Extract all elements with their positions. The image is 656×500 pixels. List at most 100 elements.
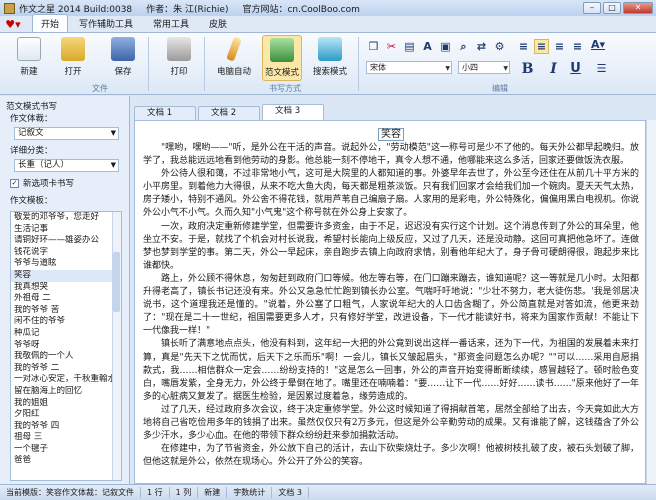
list-item[interactable]: 我的爷爷 二 (11, 363, 121, 375)
app-title: 作文之星 2014 Build:0038 (19, 4, 133, 15)
save-label: 保存 (114, 67, 132, 77)
open-button[interactable]: 打开 (56, 35, 90, 81)
font-size-select[interactable]: 小四 ▼ (458, 61, 510, 74)
list-item[interactable]: 祖母 三 (11, 432, 121, 444)
pen-icon (226, 36, 242, 62)
save-button[interactable]: 保存 (106, 35, 140, 81)
font-name-select[interactable]: 宋体 ▼ (366, 61, 452, 74)
settings-icon[interactable]: ⚙ (492, 39, 507, 54)
list-item[interactable]: 我的姐姐 (11, 398, 121, 410)
underline-icon[interactable]: U (568, 61, 583, 76)
list-item[interactable]: 留在脑海上的回忆 (11, 386, 121, 398)
list-item[interactable]: 我的爷爷 四 (11, 421, 121, 433)
font-color-icon[interactable]: A▾ (588, 37, 608, 52)
document-editor[interactable]: 笑容 "嘿哟，嘿哟——"听，是外公在干活的声音。说起外公，"劳动模范"这一称号可… (134, 120, 646, 484)
status-row: 1 行 (141, 487, 170, 498)
list-item[interactable]: 爷爷与道眩 (11, 258, 121, 270)
font-name-value: 宋体 (370, 63, 386, 72)
tab-common-tools[interactable]: 常用工具 (144, 14, 198, 32)
bold-icon[interactable]: B (520, 61, 535, 77)
format-icon[interactable]: ☰ (594, 61, 609, 76)
list-item[interactable]: 种瓜记 (11, 328, 121, 340)
essay-type-value: 记叙文 (18, 128, 44, 138)
minimize-button[interactable]: – (583, 2, 601, 14)
template-scrollbar[interactable] (112, 212, 121, 480)
align-right-icon[interactable]: ≡ (552, 39, 567, 54)
italic-icon[interactable]: I (546, 61, 561, 77)
list-item[interactable]: 我真想哭 (11, 282, 121, 294)
copy-icon[interactable]: ❐ (366, 39, 381, 54)
close-button[interactable]: ✕ (623, 2, 653, 14)
find-icon[interactable]: ⌕ (456, 39, 471, 54)
document-title: 笑容 (143, 125, 639, 141)
list-item[interactable]: 我敬佩的一个人 (11, 351, 121, 363)
font-icon[interactable]: A (420, 39, 435, 54)
panel-title: 范文模式书写 (6, 102, 58, 112)
print-button[interactable]: 打印 (162, 35, 196, 81)
font-size-value: 小四 (462, 63, 478, 72)
new-tab-checkbox[interactable]: ✓ 新选项卡书写 (0, 174, 129, 192)
editor-scrollbar[interactable] (646, 120, 656, 484)
paragraph: "嘿哟，嘿哟——"听，是外公在干活的声音。说起外公，"劳动模范"这一称号可是少不… (143, 143, 639, 167)
sample-mode-button[interactable]: 范文模式 (262, 35, 302, 81)
edit-group-label: 编辑 (492, 84, 508, 93)
list-item[interactable]: 一对冰心安定，千秋重翰水 (11, 374, 121, 386)
status-document: 文档 3 (272, 487, 309, 498)
menu-tabs: ♥▾ 开始 写作辅助工具 常用工具 皮肤 (0, 14, 656, 33)
image-icon[interactable]: ▣ (438, 39, 453, 54)
website-label: 官方网站：cn.CoolBoo.com (242, 4, 360, 15)
list-item[interactable]: 敬爱的邓爷爷，您走好 (11, 212, 121, 224)
divider (204, 37, 205, 91)
tab-start[interactable]: 开始 (32, 14, 69, 32)
status-col: 1 列 (170, 487, 199, 498)
tab-document-2[interactable]: 文档 2 (198, 106, 260, 120)
cut-icon[interactable]: ✂ (384, 39, 399, 54)
list-item[interactable]: 闲不住的爷爷 (11, 316, 121, 328)
save-icon (111, 37, 135, 61)
sample-mode-label: 范文模式 (264, 68, 299, 78)
essay-type-select[interactable]: 记叙文 ▼ (14, 127, 119, 140)
tab-document-3[interactable]: 文档 3 (262, 104, 324, 120)
tab-writing-tools[interactable]: 写作辅助工具 (70, 14, 142, 32)
sample-mode-icon (270, 38, 294, 62)
list-item[interactable]: 一个毽子 (11, 444, 121, 456)
document-title-text: 笑容 (378, 128, 404, 141)
list-item[interactable]: 生活记事 (11, 224, 121, 236)
list-item[interactable]: 爸爸 (11, 455, 121, 467)
paragraph: 路上，外公顾不得休息，匆匆赶到政府门口等候。他左等右等，在门口蹦来蹦去，谁知道呢… (143, 273, 639, 337)
divider (148, 37, 149, 91)
tab-document-1[interactable]: 文档 1 (134, 106, 196, 120)
tab-skin[interactable]: 皮肤 (200, 14, 236, 32)
divider (358, 37, 359, 91)
paragraph: 过了几天，经过政府多次会议，终于决定重修学堂。外公这时候知道了得捐献首笔，居然全… (143, 404, 639, 442)
justify-icon[interactable]: ≡ (570, 39, 585, 54)
new-label: 新建 (20, 67, 38, 77)
category-value: 长重（记人） (18, 160, 70, 170)
maximize-button[interactable]: □ (603, 2, 621, 14)
essay-type-label: 作文体裁： (10, 114, 53, 124)
align-left-icon[interactable]: ≡ (516, 39, 531, 54)
heart-menu-icon[interactable]: ♥▾ (2, 17, 24, 32)
list-item[interactable]: 夕阳红 (11, 409, 121, 421)
list-item[interactable]: 爷爷呀 (11, 340, 121, 352)
word-count-button[interactable]: 字数统计 (227, 487, 273, 498)
list-item[interactable]: 请铜好环——雄姿办公 (11, 235, 121, 247)
paragraph: 在修建中，为了节省资金，外公放下自己的活计，去山下砍柴烧灶子。多少次啊！他被树枝… (143, 444, 639, 468)
auto-write-button[interactable]: 电脑自动 (214, 35, 254, 81)
status-bar: 当前模版：笑容作文体裁：记叙文件 1 行 1 列 新建 字数统计 文档 3 (0, 484, 656, 500)
sample-mode-panel: 范文模式书写 作文体裁： 记叙文 ▼ 详细分类： 长重（记人） ▼ ✓ 新选项卡书写 … (0, 96, 130, 490)
category-select[interactable]: 长重（记人） ▼ (14, 159, 119, 172)
list-item[interactable]: 钱花说字 (11, 247, 121, 259)
scrollbar-thumb[interactable] (113, 252, 120, 312)
replace-icon[interactable]: ⇄ (474, 39, 489, 54)
search-mode-button[interactable]: 搜索模式 (310, 35, 350, 81)
paste-icon[interactable]: ▤ (402, 39, 417, 54)
template-list[interactable]: 敬爱的邓爷爷，您走好 生活记事 请铜好环——雄姿办公 钱花说字 爷爷与道眩 笑容… (10, 211, 122, 481)
list-item-selected[interactable]: 笑容 (11, 269, 121, 282)
list-item[interactable]: 外祖母 二 (11, 293, 121, 305)
document-tabs: 文档 1 文档 2 文档 3 (134, 104, 656, 120)
list-item[interactable]: 我的爷爷 苦 (11, 305, 121, 317)
checkbox-icon: ✓ (10, 178, 19, 188)
new-button[interactable]: 新建 (12, 35, 46, 81)
align-center-icon[interactable]: ≡ (534, 39, 549, 54)
